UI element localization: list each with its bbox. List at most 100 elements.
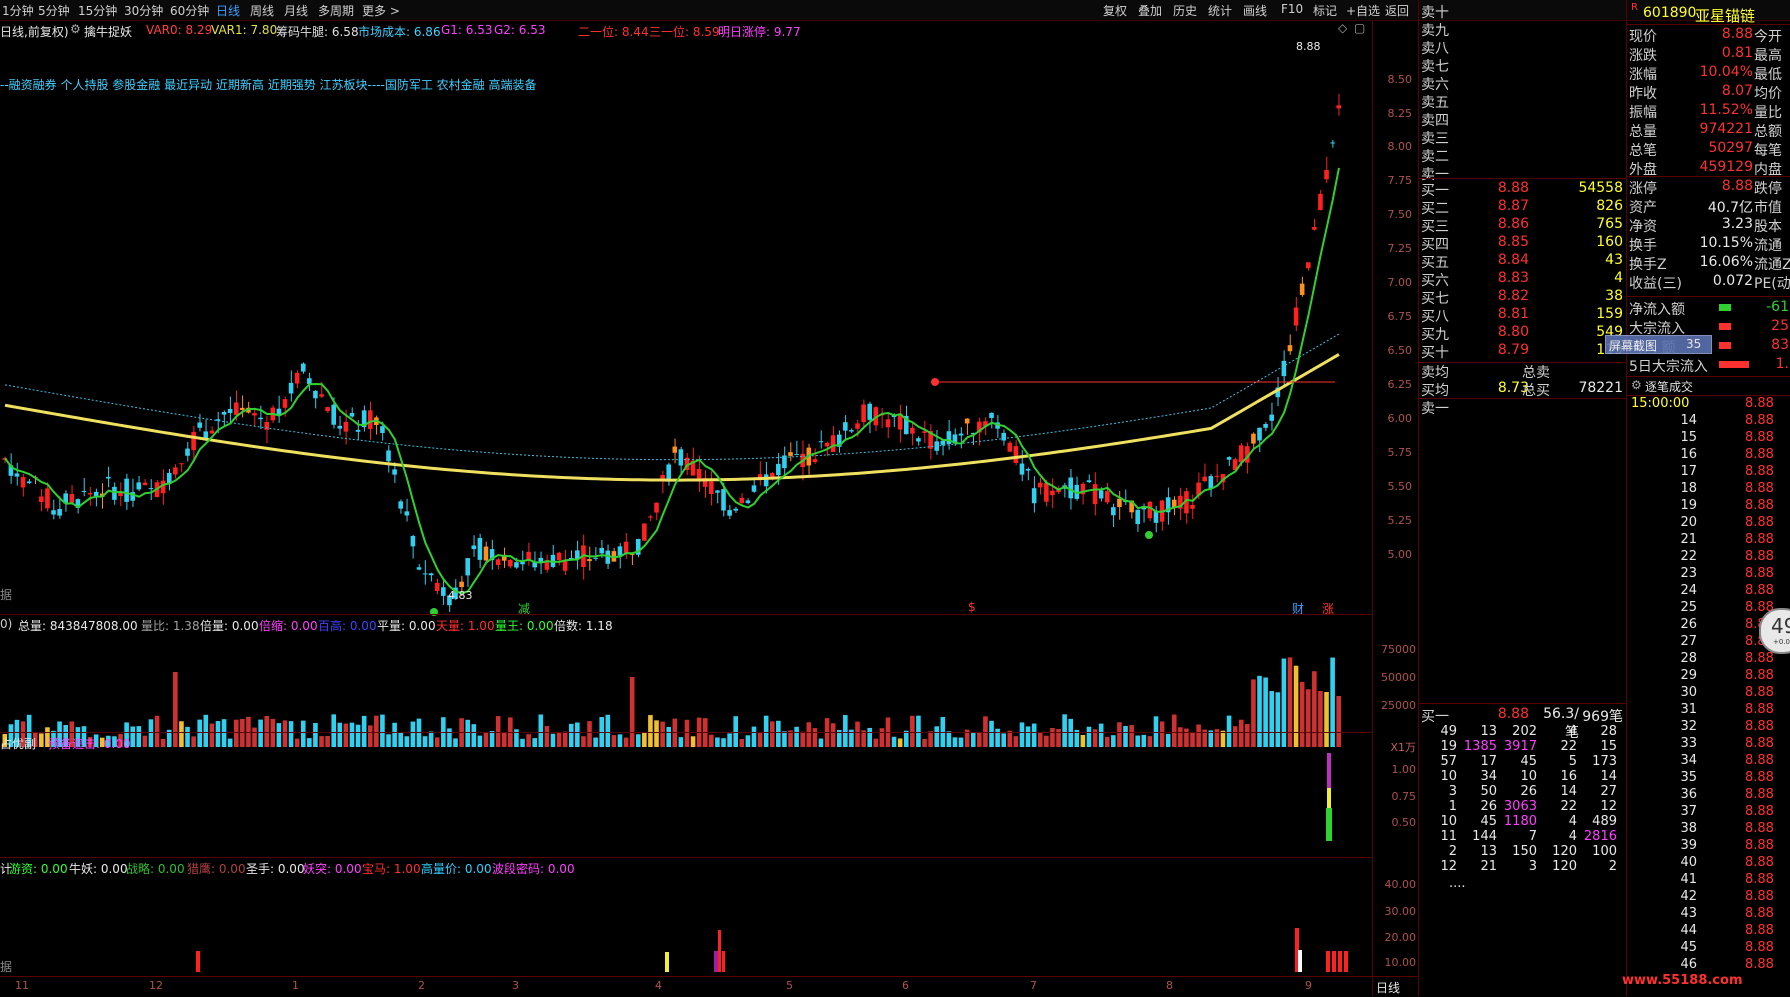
window-icon[interactable]: ▢ — [1354, 21, 1365, 35]
candle-body — [642, 523, 647, 541]
candle-body — [794, 454, 799, 456]
period-multi[interactable]: 多周期 — [318, 2, 354, 19]
candlestick-plot[interactable] — [0, 41, 1372, 626]
collapse-icon[interactable]: ◇ — [1338, 21, 1347, 35]
bid-row[interactable]: 买五 8.84 43 — [1419, 252, 1626, 271]
var0-value: VAR0: 8.29 — [146, 23, 213, 37]
tick-row: 40 8.88 — [1627, 855, 1790, 872]
tick-row: 23 8.88 — [1627, 566, 1790, 583]
flow-row: 大宗流入 25 — [1627, 318, 1790, 337]
candle-body — [282, 399, 288, 408]
signal-bar-mid — [1327, 788, 1331, 808]
tick-price: 8.88 — [1745, 566, 1774, 581]
candle-body — [678, 449, 684, 466]
candle-body — [179, 463, 184, 465]
candle-body — [148, 488, 154, 490]
quote-row: 净资 3.23 股本 — [1627, 216, 1790, 235]
queue-row: 12 21 3 120 2 — [1419, 859, 1626, 877]
ticks-icon[interactable]: ⚙ — [1631, 378, 1642, 392]
draw-line-button[interactable]: 画线 — [1243, 2, 1267, 19]
f10-button[interactable]: F10 — [1281, 2, 1303, 16]
period-5min[interactable]: 5分钟 — [38, 2, 70, 19]
ask-row[interactable]: 卖二 — [1419, 146, 1626, 165]
ask-row[interactable]: 卖十 — [1419, 2, 1626, 21]
ask-row[interactable]: 卖五 — [1419, 92, 1626, 111]
tick-minute: 42 — [1680, 889, 1697, 904]
candle-body — [459, 581, 464, 588]
bid-row[interactable]: 买一 8.88 54558 — [1419, 180, 1626, 199]
screenshot-tooltip[interactable]: 屏幕截图 35 — [1605, 335, 1712, 354]
funds-horse: 宝马: 1.00 — [362, 862, 421, 876]
period-1min[interactable]: 1分钟 — [2, 2, 34, 19]
tick-minute: 17 — [1680, 464, 1697, 479]
tick-price: 8.88 — [1745, 804, 1774, 819]
ask-row[interactable]: 卖七 — [1419, 56, 1626, 75]
period-monthly[interactable]: 月线 — [284, 2, 308, 19]
bid-row[interactable]: 买三 8.86 765 — [1419, 216, 1626, 235]
kline-chart-area[interactable]: 日线,前复权) ⚙ 擒牛捉妖 VAR0: 8.29 VAR1: 7.80 筹码牛… — [0, 21, 1418, 996]
back-button[interactable]: 返回 — [1385, 2, 1409, 19]
tick-price: 8.88 — [1745, 481, 1774, 496]
bid-row[interactable]: 买六 8.83 4 — [1419, 270, 1626, 289]
funds-panel[interactable]: 计 游资: 0.00 牛妖: 0.00 战略: 0.00 猎鹰: 0.00 圣手… — [0, 857, 1416, 976]
candle-body — [1013, 446, 1019, 463]
bid-row[interactable]: 买九 8.80 549 — [1419, 324, 1626, 343]
axis-separator — [1372, 21, 1373, 996]
tomorrow-limit: 明日涨停: 9.77 — [718, 25, 801, 39]
month-tick: 6 — [902, 979, 909, 992]
ask-row[interactable]: 卖九 — [1419, 20, 1626, 39]
volume-tick: 75000 — [1381, 643, 1416, 656]
ask-row[interactable]: 卖八 — [1419, 38, 1626, 57]
period-daily[interactable]: 日线 — [216, 2, 240, 19]
quote-value: 10.04% — [1699, 64, 1753, 80]
settings-icon[interactable]: ⚙ — [70, 22, 81, 36]
candle-body — [325, 407, 330, 412]
tick-price: 8.88 — [1745, 515, 1774, 530]
bid-label: 买十 — [1421, 345, 1449, 361]
ask-label: 卖七 — [1421, 59, 1449, 75]
period-60min[interactable]: 60分钟 — [170, 2, 209, 19]
queue-more[interactable]: .... — [1449, 876, 1466, 891]
candle-body — [1324, 169, 1329, 180]
candle-body — [520, 561, 525, 565]
restore-rights-button[interactable]: 复权 — [1103, 2, 1127, 19]
tooltip-text: 屏幕截图 — [1609, 339, 1658, 353]
tick-row: 15:00:00 8.88 — [1627, 396, 1790, 413]
floating-ball[interactable]: 49 +0.07 — [1759, 608, 1790, 654]
history-button[interactable]: 历史 — [1173, 2, 1197, 19]
overlay-button[interactable]: 叠加 — [1138, 2, 1162, 19]
add-watchlist-button[interactable]: +自选 — [1346, 2, 1380, 19]
candle-body — [197, 422, 202, 428]
queue-cell: 2 — [1608, 859, 1617, 874]
ask-row[interactable]: 卖六 — [1419, 74, 1626, 93]
quote-row: 换手Z 16.06% 流通Z — [1627, 254, 1790, 273]
bid-row[interactable]: 买八 8.81 159 — [1419, 306, 1626, 325]
candle-body — [221, 411, 227, 415]
candle-body — [1135, 509, 1140, 525]
period-15min[interactable]: 15分钟 — [78, 2, 117, 19]
stats-button[interactable]: 统计 — [1208, 2, 1232, 19]
candle-body — [916, 438, 921, 442]
mark-button[interactable]: 标记 — [1313, 2, 1337, 19]
candle-body — [1050, 490, 1055, 496]
bid-row[interactable]: 买七 8.82 38 — [1419, 288, 1626, 307]
ask-row[interactable]: 卖四 — [1419, 110, 1626, 129]
signal-panel[interactable]: 占优副 预备追击: 0.00 1.00 0.75 0.50 — [0, 732, 1416, 859]
candle-body — [288, 382, 294, 394]
bid-row[interactable]: 买四 8.85 160 — [1419, 234, 1626, 253]
candle-body — [441, 587, 446, 596]
tick-price: 8.88 — [1745, 753, 1774, 768]
ask-row[interactable]: 卖三 — [1419, 128, 1626, 147]
bid-row[interactable]: 买二 8.87 826 — [1419, 198, 1626, 217]
period-weekly[interactable]: 周线 — [250, 2, 274, 19]
quote-row: 总量 974221 总额 — [1627, 121, 1790, 140]
candle-body — [1104, 491, 1110, 503]
candle-body — [380, 426, 385, 433]
ticks-title[interactable]: 逐笔成交 — [1645, 378, 1693, 395]
volume-tick: 50000 — [1381, 671, 1416, 684]
bid-row[interactable]: 买十8.79119 — [1419, 342, 1626, 361]
period-more[interactable]: 更多 > — [362, 2, 400, 19]
period-30min[interactable]: 30分钟 — [124, 2, 163, 19]
queue-cell: 15 — [1600, 739, 1617, 754]
quote-label: 换手Z — [1629, 257, 1667, 273]
